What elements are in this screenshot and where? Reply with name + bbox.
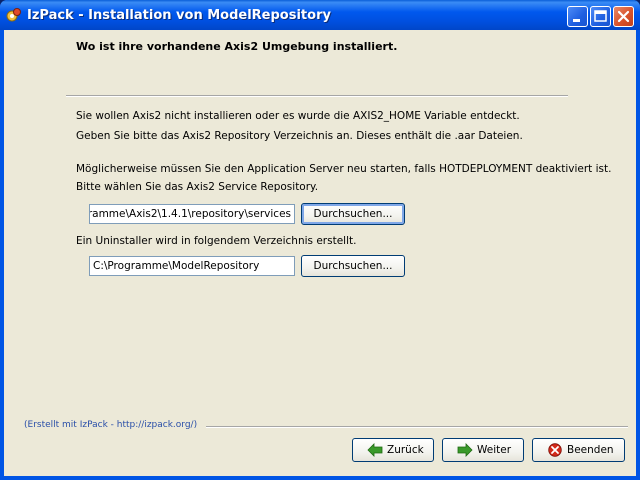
footer-separator [206,426,628,428]
installer-window: IzPack - Installation von ModelRepositor… [0,0,640,480]
browse-repository-button[interactable]: Durchsuchen... [301,203,405,225]
arrow-right-icon [457,443,473,457]
installer-panel: Wo ist ihre vorhandene Axis2 Umgebung in… [4,30,636,476]
minimize-icon [573,19,580,22]
info-line-3: Möglicherweise müssen Sie den Applicatio… [76,163,612,175]
izpack-app-icon [6,8,21,22]
uninstaller-label: Ein Uninstaller wird in folgendem Verzei… [76,235,357,247]
window-title: IzPack - Installation von ModelRepositor… [27,8,331,23]
info-line-1: Sie wollen Axis2 nicht installieren oder… [76,110,520,122]
back-button[interactable]: Zurück [352,438,434,462]
minimize-button[interactable] [567,6,588,27]
panel-heading: Wo ist ihre vorhandene Axis2 Umgebung in… [76,40,398,53]
quit-button-label: Beenden [567,444,614,456]
title-bar[interactable]: IzPack - Installation von ModelRepositor… [0,0,640,30]
uninstaller-path-input[interactable]: C:\Programme\ModelRepository [89,256,295,276]
repository-path-value: ogramme\Axis2\1.4.1\repository\services [89,208,291,220]
heading-separator [66,95,568,97]
info-line-2: Geben Sie bitte das Axis2 Repository Ver… [76,130,523,142]
close-icon [617,10,630,23]
maximize-button[interactable] [590,6,611,27]
next-button[interactable]: Weiter [442,438,524,462]
maximize-icon [594,10,607,22]
close-button[interactable] [613,6,634,27]
browse-uninstaller-button[interactable]: Durchsuchen... [301,255,405,277]
repository-label: Bitte wählen Sie das Axis2 Service Repos… [76,181,319,193]
repository-path-input[interactable]: ogramme\Axis2\1.4.1\repository\services [89,204,295,224]
back-button-label: Zurück [387,444,424,456]
izpack-credit: (Erstellt mit IzPack - http://izpack.org… [24,420,198,430]
cancel-icon [548,443,562,457]
next-button-label: Weiter [477,444,512,456]
quit-button[interactable]: Beenden [532,438,625,462]
arrow-left-icon [367,443,383,457]
